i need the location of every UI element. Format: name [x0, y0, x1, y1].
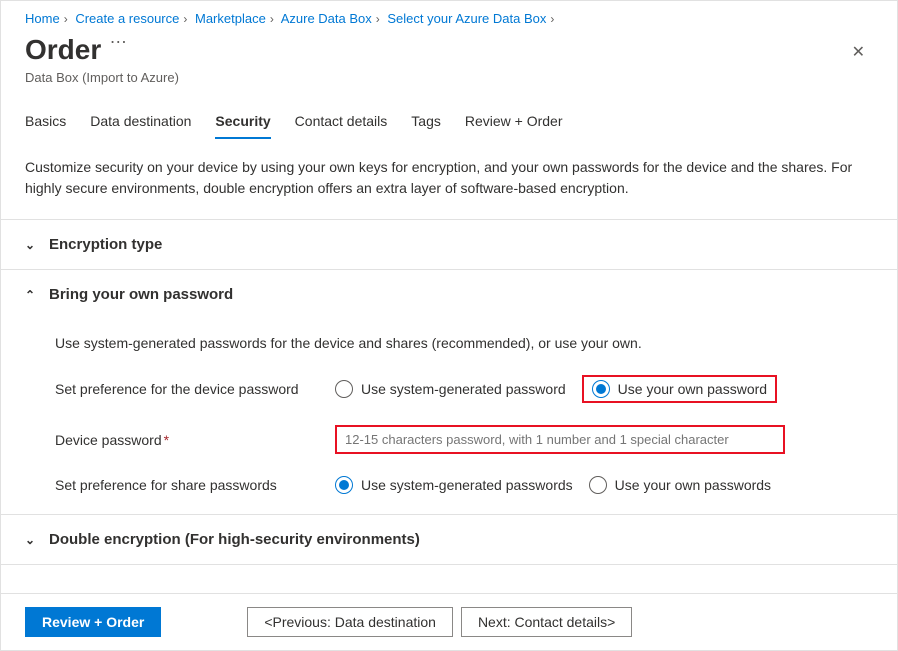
more-actions-button[interactable]: … — [109, 28, 127, 46]
radio-system-generated-device[interactable]: Use system-generated password — [335, 380, 566, 398]
accordion-double-encryption[interactable]: ⌄ Double encryption (For high-security e… — [1, 515, 897, 565]
accordion-bring-own-password[interactable]: ⌃ Bring your own password — [1, 270, 897, 319]
radio-own-password-device[interactable]: Use your own password — [592, 380, 767, 398]
password-section-description: Use system-generated passwords for the d… — [55, 335, 873, 351]
radio-icon — [589, 476, 607, 494]
radio-label: Use system-generated passwords — [361, 477, 573, 493]
breadcrumb-select-data-box[interactable]: Select your Azure Data Box — [387, 11, 546, 26]
chevron-right-icon: › — [64, 12, 68, 26]
device-password-pref-label: Set preference for the device password — [55, 381, 335, 397]
radio-label: Use system-generated password — [361, 381, 566, 397]
footer-actions: Review + Order <Previous: Data destinati… — [1, 593, 897, 650]
review-order-button[interactable]: Review + Order — [25, 607, 161, 637]
page-subtitle: Data Box (Import to Azure) — [1, 70, 897, 85]
radio-icon — [335, 380, 353, 398]
tab-bar: Basics Data destination Security Contact… — [1, 85, 897, 139]
radio-label: Use your own passwords — [615, 477, 771, 493]
breadcrumb: Home › Create a resource › Marketplace › Az… — [1, 1, 897, 30]
chevron-right-icon: › — [376, 12, 380, 26]
radio-label: Use your own password — [618, 381, 767, 397]
accordion-title: Bring your own password — [49, 286, 233, 303]
tab-basics[interactable]: Basics — [25, 113, 66, 139]
breadcrumb-azure-data-box[interactable]: Azure Data Box — [281, 11, 372, 26]
tab-contact-details[interactable]: Contact details — [295, 113, 388, 139]
tab-review-order[interactable]: Review + Order — [465, 113, 563, 139]
chevron-down-icon: ⌄ — [25, 238, 37, 252]
required-indicator: * — [164, 432, 169, 448]
previous-button[interactable]: <Previous: Data destination — [247, 607, 453, 637]
chevron-down-icon: ⌄ — [25, 533, 37, 547]
password-section-body: Use system-generated passwords for the d… — [1, 319, 897, 515]
device-password-input[interactable] — [335, 425, 785, 454]
page-title: Order — [25, 34, 101, 66]
breadcrumb-home[interactable]: Home — [25, 11, 60, 26]
radio-checked-icon — [592, 380, 610, 398]
chevron-up-icon: ⌃ — [25, 288, 37, 302]
breadcrumb-marketplace[interactable]: Marketplace — [195, 11, 266, 26]
share-password-pref-label: Set preference for share passwords — [55, 477, 335, 493]
tab-tags[interactable]: Tags — [411, 113, 441, 139]
chevron-right-icon: › — [550, 12, 554, 26]
accordion-encryption-type[interactable]: ⌄ Encryption type — [1, 220, 897, 270]
accordion-title: Double encryption (For high-security env… — [49, 531, 420, 548]
device-password-label: Device password* — [55, 432, 335, 448]
radio-own-password-share[interactable]: Use your own passwords — [589, 476, 771, 494]
tab-security[interactable]: Security — [215, 113, 270, 139]
close-button[interactable]: ✕ — [844, 34, 873, 70]
chevron-right-icon: › — [270, 12, 274, 26]
highlight-box: Use your own password — [582, 375, 777, 403]
chevron-right-icon: › — [183, 12, 187, 26]
radio-system-generated-share[interactable]: Use system-generated passwords — [335, 476, 573, 494]
close-icon: ✕ — [852, 44, 865, 61]
breadcrumb-create-resource[interactable]: Create a resource — [75, 11, 179, 26]
next-button[interactable]: Next: Contact details> — [461, 607, 632, 637]
radio-checked-icon — [335, 476, 353, 494]
accordion-title: Encryption type — [49, 236, 162, 253]
section-description: Customize security on your device by usi… — [1, 139, 897, 220]
tab-data-destination[interactable]: Data destination — [90, 113, 191, 139]
